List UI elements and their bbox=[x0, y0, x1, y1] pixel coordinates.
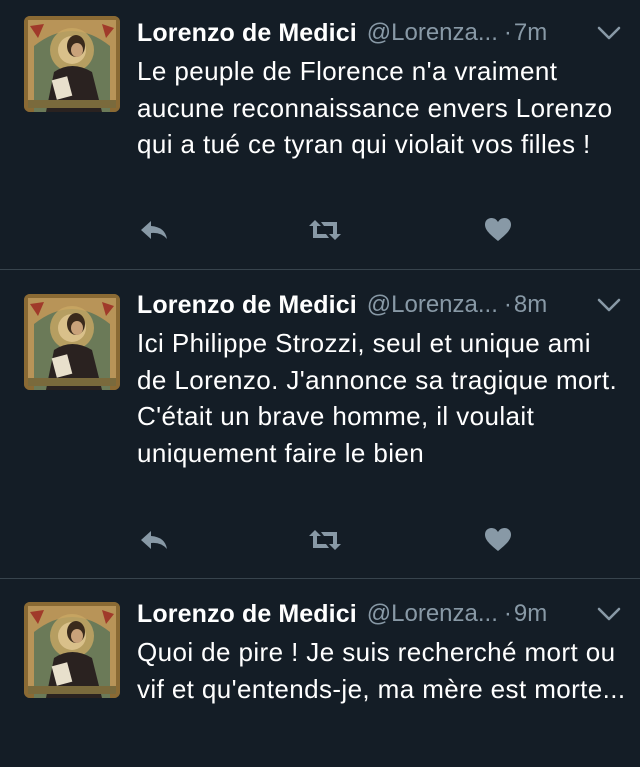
tweet-text: Ici Philippe Strozzi, seul et unique ami… bbox=[137, 328, 618, 468]
like-button[interactable] bbox=[481, 217, 515, 247]
author-handle[interactable]: @Lorenza... bbox=[367, 291, 498, 319]
chevron-down-icon[interactable] bbox=[596, 23, 622, 43]
chevron-down-icon[interactable] bbox=[596, 295, 622, 315]
reply-arrow-icon bbox=[139, 528, 169, 557]
timestamp[interactable]: 8m bbox=[514, 291, 547, 319]
tweet-feed: Lorenzo de Medici @Lorenza... · 7m Le pe… bbox=[0, 0, 640, 767]
timestamp[interactable]: 7m bbox=[514, 19, 547, 47]
reply-arrow-icon bbox=[139, 218, 169, 247]
separator-dot: · bbox=[503, 19, 512, 46]
reply-button[interactable] bbox=[137, 217, 171, 247]
retweet-button[interactable] bbox=[308, 217, 342, 247]
separator-dot: · bbox=[503, 600, 512, 627]
tweet-header: Lorenzo de Medici @Lorenza... · 7m bbox=[137, 15, 640, 51]
retweet-button[interactable] bbox=[308, 527, 342, 557]
timestamp[interactable]: 9m bbox=[514, 600, 547, 628]
retweet-icon bbox=[307, 528, 343, 557]
retweet-icon bbox=[307, 218, 343, 247]
author-name[interactable]: Lorenzo de Medici bbox=[137, 19, 357, 48]
tweet[interactable]: Lorenzo de Medici @Lorenza... · 7m Le pe… bbox=[0, 0, 640, 270]
separator-dot: · bbox=[503, 291, 512, 318]
avatar[interactable] bbox=[24, 602, 120, 698]
like-button[interactable] bbox=[481, 527, 515, 557]
tweet[interactable]: Lorenzo de Medici @Lorenza... · 9m Quoi … bbox=[0, 579, 640, 767]
tweet-actions bbox=[0, 217, 640, 247]
author-name[interactable]: Lorenzo de Medici bbox=[137, 600, 357, 629]
avatar[interactable] bbox=[24, 294, 120, 390]
avatar[interactable] bbox=[24, 16, 120, 112]
reply-button[interactable] bbox=[137, 527, 171, 557]
author-handle[interactable]: @Lorenza... bbox=[367, 19, 498, 47]
heart-icon bbox=[484, 217, 512, 248]
tweet-text: Quoi de pire ! Je suis recherché mort ou… bbox=[137, 637, 626, 704]
heart-icon bbox=[484, 527, 512, 558]
tweet[interactable]: Lorenzo de Medici @Lorenza... · 8m Ici P… bbox=[0, 270, 640, 578]
chevron-down-icon[interactable] bbox=[596, 604, 622, 624]
tweet-header: Lorenzo de Medici @Lorenza... · 9m bbox=[137, 596, 640, 632]
tweet-actions bbox=[0, 527, 640, 557]
author-name[interactable]: Lorenzo de Medici bbox=[137, 291, 357, 320]
tweet-text: Le peuple de Florence n'a vraiment aucun… bbox=[137, 56, 613, 159]
tweet-header: Lorenzo de Medici @Lorenza... · 8m bbox=[137, 287, 640, 323]
author-handle[interactable]: @Lorenza... bbox=[367, 600, 498, 628]
